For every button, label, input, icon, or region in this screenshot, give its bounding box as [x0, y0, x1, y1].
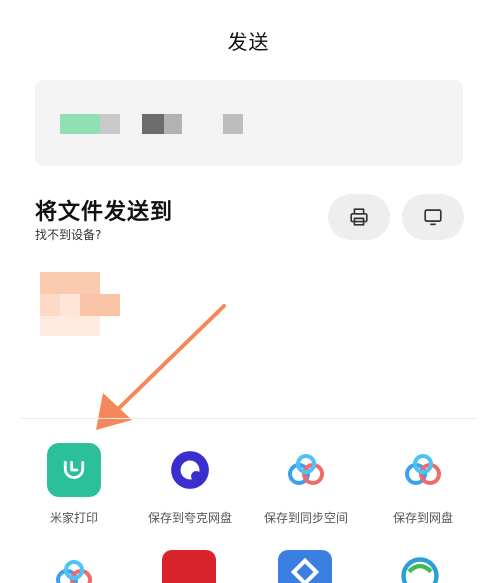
app-row-next [0, 548, 497, 583]
cloud-icon [396, 443, 450, 497]
file-preview-card [35, 80, 463, 166]
cloud-icon [279, 443, 333, 497]
browser-app-icon[interactable] [398, 554, 442, 583]
cube-app-icon[interactable] [278, 550, 332, 583]
sheet-title: 发送 [227, 30, 270, 54]
quark-icon [163, 443, 217, 497]
send-to-title: 将文件发送到 [35, 200, 174, 225]
print-button[interactable] [328, 194, 390, 240]
cloud-icon[interactable] [54, 556, 94, 583]
news-app-icon[interactable] [162, 550, 216, 583]
monitor-icon [424, 209, 442, 226]
app-mijia-print[interactable]: 米家打印 [14, 443, 134, 526]
divider [20, 418, 477, 419]
printer-icon [350, 208, 368, 226]
nearby-device-avatar[interactable] [40, 272, 122, 338]
screen-cast-button[interactable] [402, 194, 464, 240]
app-netdisk[interactable]: 保存到网盘 [363, 443, 483, 526]
app-sync-space[interactable]: 保存到同步空间 [246, 443, 366, 526]
cannot-find-device-link[interactable]: 找不到设备? [35, 226, 101, 243]
mijia-icon [47, 443, 101, 497]
app-quark-drive[interactable]: 保存到夸克网盘 [130, 443, 250, 526]
